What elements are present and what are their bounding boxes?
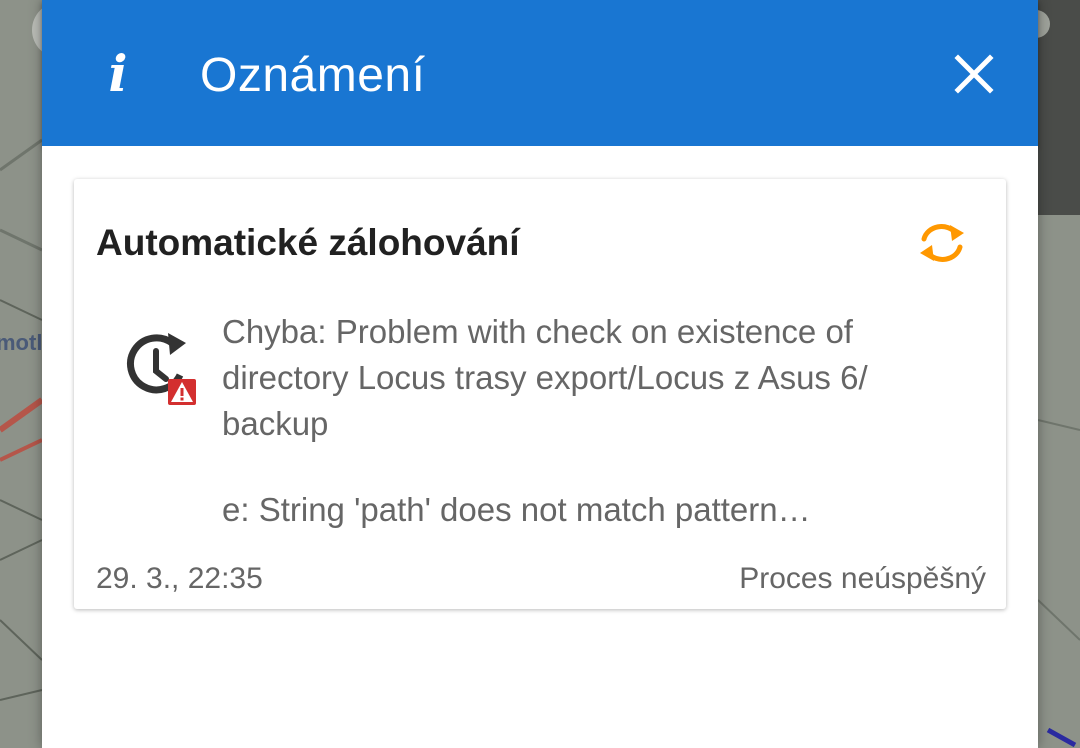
message-line: backup — [222, 405, 329, 442]
notification-card[interactable]: Automatické zálohování Chyba: Problem wi… — [74, 179, 1006, 609]
backup-history-error-icon — [122, 329, 202, 409]
sync-icon — [920, 224, 964, 262]
notification-status: Proces neúspěšný — [739, 562, 986, 595]
screen: motl i Oznámení Automatické zálohování C… — [0, 0, 1080, 748]
notifications-dialog: i Oznámení Automatické zálohování Chyba:… — [42, 0, 1038, 748]
dialog-body: Automatické zálohování Chyba: Problem wi… — [42, 146, 1038, 748]
message-detail: e: String 'path' does not match pattern… — [222, 491, 811, 528]
notification-title: Automatické zálohování — [96, 222, 520, 263]
map-label: motl — [0, 330, 43, 355]
message-line: Chyba: Problem with check on existence o… — [222, 313, 853, 350]
close-icon — [954, 54, 994, 94]
message-spacer — [222, 447, 992, 487]
notification-message: Chyba: Problem with check on existence o… — [222, 309, 992, 533]
message-line: directory Locus trasy export/Locus z Asu… — [222, 359, 868, 396]
dialog-title: Oznámení — [200, 49, 426, 102]
sync-button[interactable] — [910, 215, 974, 271]
close-button[interactable] — [948, 48, 1000, 100]
notification-date: 29. 3., 22:35 — [96, 562, 263, 595]
info-icon: i — [108, 44, 128, 103]
dialog-header: i Oznámení — [42, 0, 1038, 146]
